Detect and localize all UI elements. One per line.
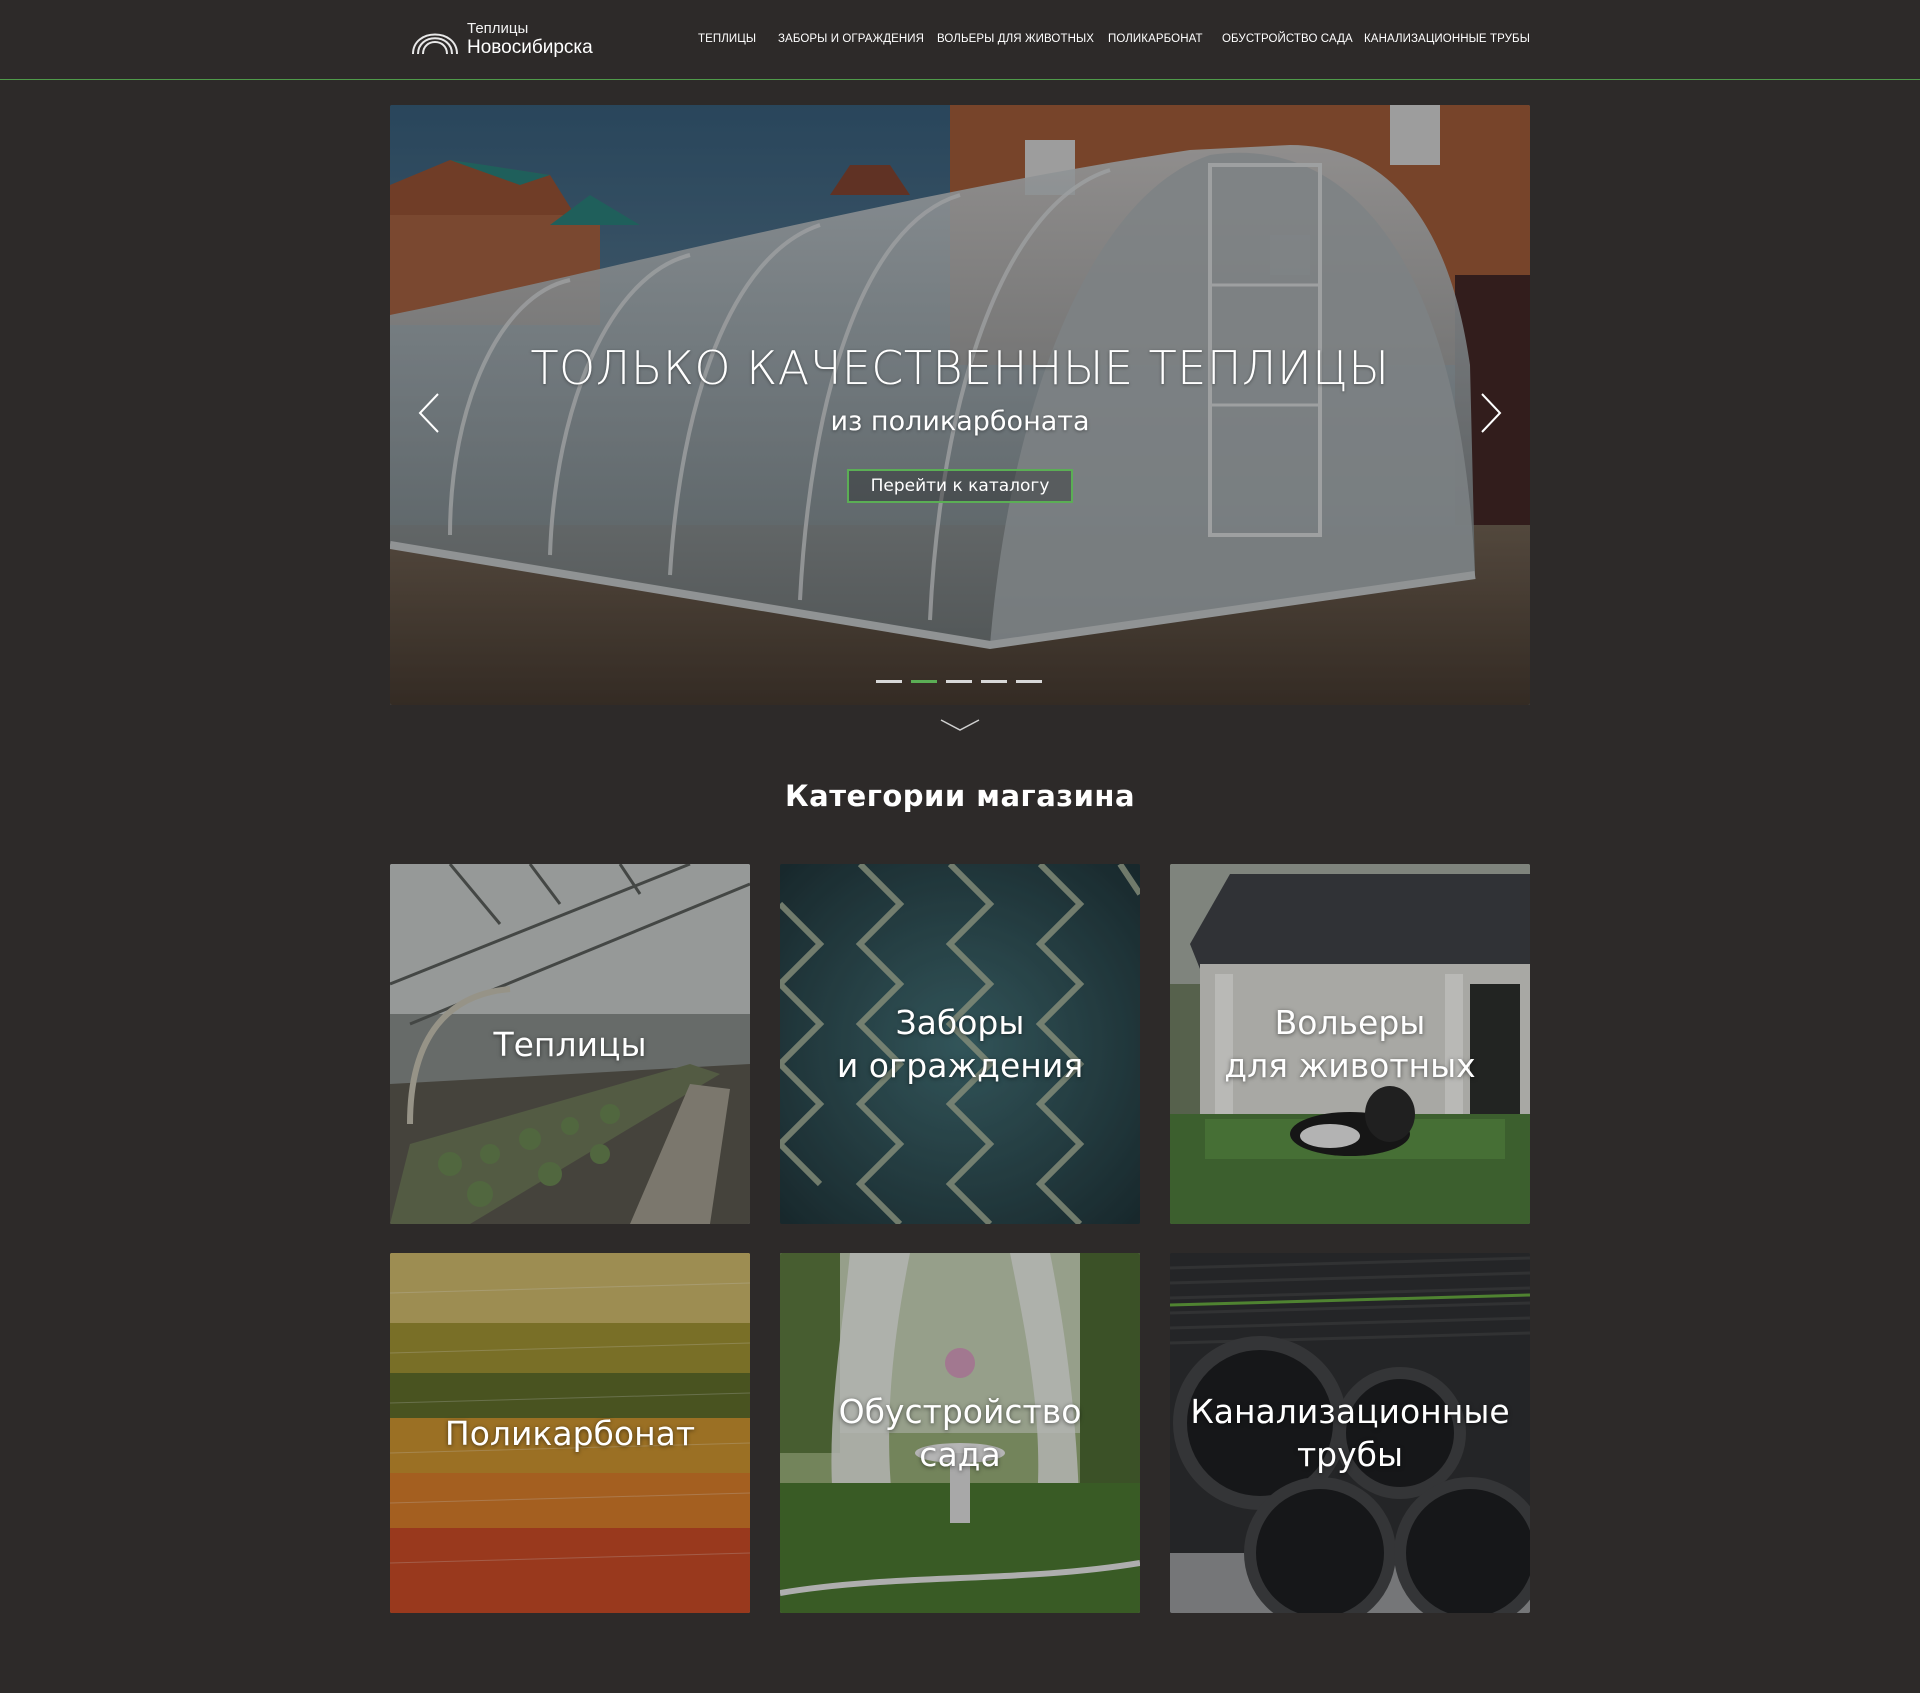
site-header: Теплицы Новосибирска ТЕПЛИЦЫ ЗАБОРЫ И ОГ… (0, 0, 1920, 80)
slider-dot-2[interactable] (911, 680, 937, 683)
category-card-enclosures[interactable]: Вольеры для животных (1170, 864, 1530, 1224)
category-label: Теплицы (493, 1024, 647, 1064)
category-label: Канализационные трубы (1190, 1392, 1510, 1474)
categories-heading: Категории магазина (784, 779, 1136, 813)
category-label: Вольеры для животных (1224, 1003, 1476, 1085)
nav-item-garden[interactable]: ОБУСТРОЙСТВО САДА (1222, 31, 1353, 47)
hero-slider: ТОЛЬКО КАЧЕСТВЕННЫЕ ТЕПЛИЦЫ из поликарбо… (390, 105, 1530, 705)
page: Теплицы Новосибирска ТЕПЛИЦЫ ЗАБОРЫ И ОГ… (0, 0, 1920, 1696)
category-label: Обустройство сада (838, 1392, 1082, 1474)
category-label: Заборы и ограждения (836, 1003, 1084, 1085)
slider-dot-4[interactable] (981, 680, 1007, 683)
nav-item-polycarbonate[interactable]: ПОЛИКАРБОНАТ (1108, 31, 1203, 47)
slider-dot-5[interactable] (1016, 680, 1042, 683)
nav-item-fences[interactable]: ЗАБОРЫ И ОГРАЖДЕНИЯ (778, 31, 924, 47)
scroll-down-chevron-icon[interactable] (940, 718, 980, 732)
main-nav: ТЕПЛИЦЫ ЗАБОРЫ И ОГРАЖДЕНИЯ ВОЛЬЕРЫ ДЛЯ … (0, 31, 1920, 51)
category-card-fences[interactable]: Заборы и ограждения (780, 864, 1140, 1224)
catalog-button[interactable]: Перейти к каталогу (847, 469, 1073, 503)
slider-dot-3[interactable] (946, 680, 972, 683)
nav-item-greenhouses[interactable]: ТЕПЛИЦЫ (698, 31, 756, 47)
slider-pagination (876, 680, 1046, 686)
nav-item-pipes[interactable]: КАНАЛИЗАЦИОННЫЕ ТРУБЫ (1364, 31, 1530, 47)
category-card-garden[interactable]: Обустройство сада (780, 1253, 1140, 1613)
category-label: Поликарбонат (444, 1413, 696, 1453)
slider-dot-1[interactable] (876, 680, 902, 683)
hero-subtitle: из поликарбоната (830, 406, 1090, 437)
category-card-polycarbonate[interactable]: Поликарбонат (390, 1253, 750, 1613)
category-card-pipes[interactable]: Канализационные трубы (1170, 1253, 1530, 1613)
category-card-greenhouses[interactable]: Теплицы (390, 864, 750, 1224)
nav-item-enclosures[interactable]: ВОЛЬЕРЫ ДЛЯ ЖИВОТНЫХ (937, 31, 1094, 47)
hero-title: ТОЛЬКО КАЧЕСТВЕННЫЕ ТЕПЛИЦЫ (530, 341, 1390, 395)
